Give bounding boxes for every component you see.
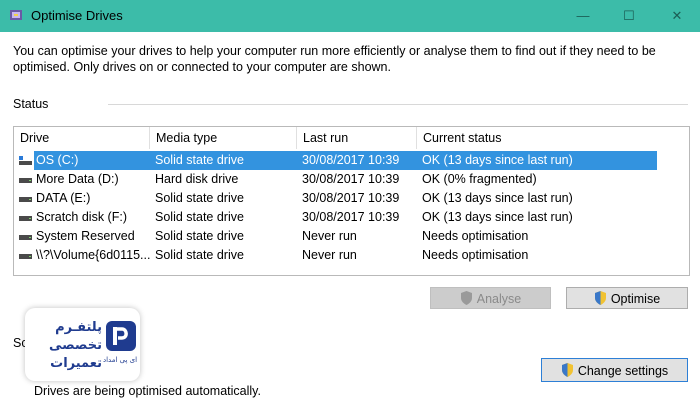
media-type: Solid state drive — [155, 210, 244, 224]
column-header-current-status[interactable]: Current status — [417, 127, 657, 149]
last-run: 30/08/2017 10:39 — [302, 172, 400, 186]
current-status: Needs optimisation — [422, 229, 529, 243]
current-status: OK (13 days since last run) — [422, 153, 573, 167]
analyse-button[interactable]: Analyse — [430, 287, 551, 309]
title-bar: Optimise Drives — ☐ ✕ — [0, 0, 700, 32]
last-run: 30/08/2017 10:39 — [302, 191, 400, 205]
uac-shield-icon — [594, 291, 606, 305]
change-settings-button[interactable]: Change settings — [541, 358, 688, 382]
table-row[interactable]: Scratch disk (F:) Solid state drive 30/08/… — [14, 208, 689, 227]
close-button[interactable]: ✕ — [654, 0, 700, 32]
analyse-button-label: Analyse — [476, 292, 522, 306]
change-settings-button-label: Change settings — [577, 364, 669, 378]
os-drive-icon — [19, 156, 32, 165]
media-type: Solid state drive — [155, 191, 244, 205]
last-run: 30/08/2017 10:39 — [302, 153, 400, 167]
optimise-button-label: Optimise — [610, 292, 661, 306]
optimise-drives-app-icon — [10, 10, 22, 20]
table-row[interactable]: \\?\Volume{6d0115... Solid state drive Nev… — [14, 246, 689, 265]
column-header-drive[interactable]: Drive — [14, 127, 150, 149]
drive-icon — [19, 216, 32, 221]
uac-shield-icon — [561, 363, 573, 377]
drive-name: DATA (E:) — [36, 191, 91, 205]
table-header: Drive Media type Last run Current status — [14, 127, 689, 149]
maximize-button[interactable]: ☐ — [606, 0, 652, 32]
current-status: Needs optimisation — [422, 248, 529, 262]
logo-line-3: تعمیرات — [50, 356, 102, 371]
drive-icon — [19, 235, 32, 240]
current-status: OK (13 days since last run) — [422, 191, 573, 205]
column-header-media-type[interactable]: Media type — [150, 127, 297, 149]
logo-line-1: پلتفـرم — [55, 320, 102, 335]
current-status: OK (13 days since last run) — [422, 210, 573, 224]
description-text: You can optimise your drives to help you… — [13, 44, 656, 74]
drive-name: OS (C:) — [36, 153, 79, 167]
table-row[interactable]: DATA (E:) Solid state drive 30/08/2017 10:… — [14, 189, 689, 208]
scheduled-status-text: Drives are being optimised automatically… — [34, 384, 261, 398]
drive-name: Scratch disk (F:) — [36, 210, 127, 224]
last-run: Never run — [302, 248, 357, 262]
current-status: OK (0% fragmented) — [422, 172, 537, 186]
media-type: Solid state drive — [155, 229, 244, 243]
watermark-logo: پلتفـرم تخصصی تعمیرات ای پی امداد — [25, 308, 140, 381]
optimise-button[interactable]: Optimise — [566, 287, 688, 309]
drive-name: More Data (D:) — [36, 172, 119, 186]
media-type: Solid state drive — [155, 248, 244, 262]
drive-name: System Reserved — [36, 229, 135, 243]
drives-table[interactable]: Drive Media type Last run Current status… — [13, 126, 690, 276]
status-section-label: Status — [13, 97, 49, 111]
last-run: Never run — [302, 229, 357, 243]
media-type: Hard disk drive — [155, 172, 239, 186]
window-title: Optimise Drives — [31, 8, 123, 23]
table-row[interactable]: System Reserved Solid state drive Never ru… — [14, 227, 689, 246]
last-run: 30/08/2017 10:39 — [302, 210, 400, 224]
logo-mark-icon — [106, 321, 136, 351]
media-type: Solid state drive — [155, 153, 244, 167]
drive-icon — [19, 254, 32, 259]
table-row[interactable]: OS (C:) Solid state drive 30/08/2017 10:39… — [14, 151, 689, 170]
minimize-button[interactable]: — — [560, 0, 606, 32]
status-divider — [108, 104, 688, 105]
drive-name: \\?\Volume{6d0115... — [36, 248, 151, 262]
logo-line-2: تخصصی — [48, 338, 102, 353]
table-row[interactable]: More Data (D:) Hard disk drive 30/08/2017 … — [14, 170, 689, 189]
drive-icon — [19, 197, 32, 202]
column-header-last-run[interactable]: Last run — [297, 127, 417, 149]
logo-subtitle: ای پی امداد — [103, 356, 138, 364]
uac-shield-icon — [460, 291, 472, 305]
drive-icon — [19, 178, 32, 183]
